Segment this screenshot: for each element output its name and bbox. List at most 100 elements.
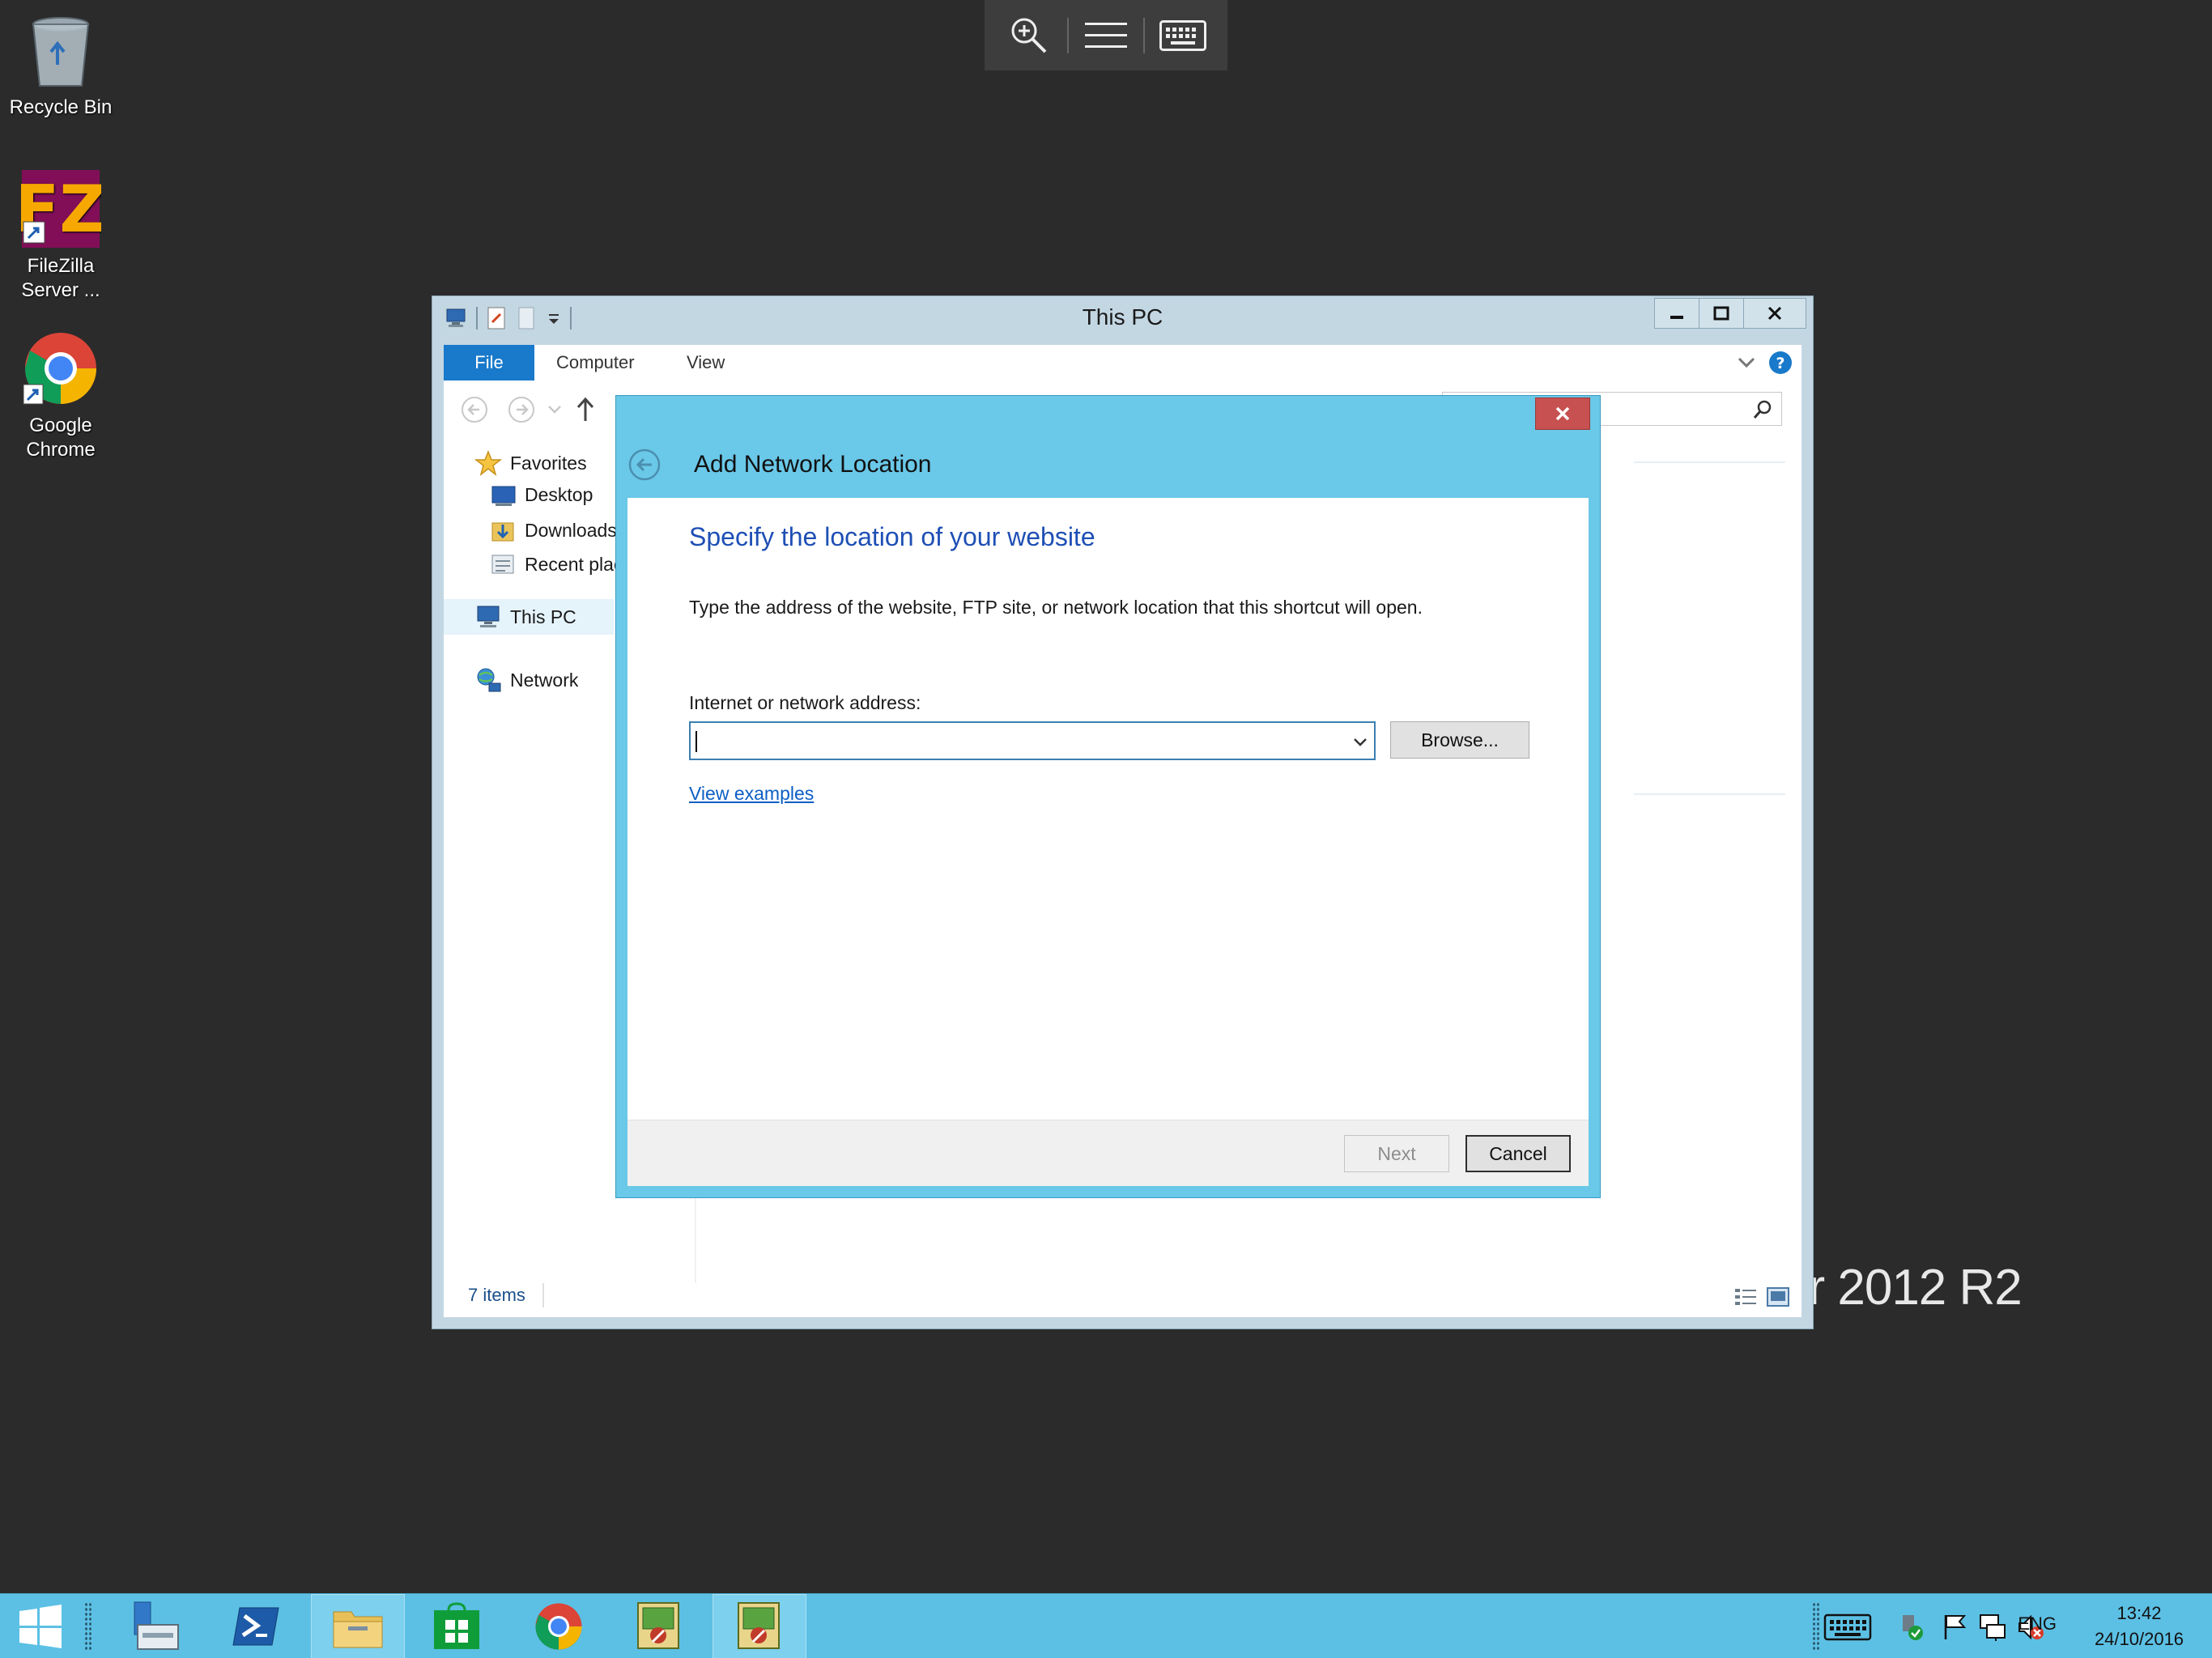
tree-item-favorites[interactable]: Favorites — [474, 450, 587, 476]
dialog-footer: Next Cancel — [627, 1120, 1589, 1186]
toolbar-separator — [1066, 17, 1069, 53]
desktop-icon-label: Chrome — [26, 439, 96, 461]
taskbar-google-chrome[interactable] — [512, 1594, 606, 1658]
taskbar-filezilla-server-1[interactable] — [612, 1594, 706, 1658]
hamburger-menu-icon — [1084, 22, 1127, 48]
browse-button[interactable]: Browse... — [1390, 721, 1529, 759]
tree-item-label: Desktop — [525, 484, 593, 505]
tree-item-downloads[interactable]: Downloads — [491, 518, 617, 542]
computer-icon — [477, 606, 500, 627]
taskbar-clock[interactable]: 13:42 24/10/2016 — [2082, 1601, 2196, 1652]
window-controls — [1654, 298, 1806, 329]
address-field-label: Internet or network address: — [689, 692, 921, 713]
security-shield-icon[interactable] — [1898, 1613, 1927, 1641]
dialog-body: Specify the location of your website Typ… — [627, 498, 1589, 1186]
window-title: This PC — [1082, 304, 1163, 329]
input-language-indicator[interactable]: ENG — [2018, 1613, 2057, 1635]
tab-view[interactable]: View — [687, 345, 725, 380]
tab-file[interactable]: File — [444, 345, 534, 380]
status-bar: 7 items — [444, 1277, 1802, 1317]
tab-computer[interactable]: Computer — [556, 345, 635, 380]
divider — [542, 1283, 544, 1307]
chevron-down-icon[interactable] — [1351, 733, 1369, 750]
minimize-button[interactable] — [1654, 298, 1699, 329]
up-arrow-icon[interactable] — [573, 395, 598, 424]
touch-keyboard-icon[interactable] — [1823, 1613, 1872, 1641]
remote-session-toolbar — [985, 0, 1227, 70]
tree-item-label: This PC — [510, 606, 576, 627]
cancel-button[interactable]: Cancel — [1465, 1135, 1571, 1172]
taskbar-filezilla-server-2[interactable] — [713, 1594, 806, 1658]
windows-logo-icon — [19, 1605, 62, 1648]
back-icon[interactable] — [460, 395, 489, 424]
close-window-button[interactable] — [1743, 298, 1806, 329]
details-view-icon[interactable] — [1733, 1286, 1758, 1307]
dialog-header: Add Network Location — [627, 444, 932, 485]
taskbar-file-explorer[interactable] — [311, 1594, 405, 1658]
desktop-icon-label: FileZilla — [27, 255, 95, 277]
filezilla-server-icon: FZ — [15, 168, 106, 249]
recycle-bin-icon — [20, 10, 101, 91]
keyboard-button[interactable] — [1151, 7, 1215, 64]
tree-item-network[interactable]: Network — [474, 667, 578, 693]
chrome-icon — [535, 1603, 582, 1650]
tree-item-label: Network — [510, 669, 579, 691]
action-center-flag-icon[interactable] — [1942, 1613, 1967, 1641]
recent-locations-dropdown-icon[interactable] — [547, 405, 562, 414]
tree-item-desktop[interactable]: Desktop — [491, 484, 593, 506]
file-explorer-icon — [333, 1611, 383, 1648]
explorer-titlebar[interactable]: This PC — [432, 296, 1813, 342]
desktop-icon-google-chrome[interactable]: Google Chrome — [0, 328, 121, 462]
search-icon — [1753, 400, 1772, 419]
tree-item-label: Downloads — [525, 519, 617, 541]
minimize-icon — [1670, 316, 1683, 319]
powershell-icon — [232, 1607, 279, 1646]
zoom-button[interactable] — [997, 7, 1061, 64]
clock-date: 24/10/2016 — [2094, 1629, 2184, 1649]
tree-item-this-pc[interactable]: This PC — [444, 599, 614, 635]
star-icon — [474, 450, 502, 476]
filezilla-server-interface-icon — [637, 1602, 679, 1649]
network-status-icon[interactable] — [1979, 1613, 2006, 1641]
chrome-icon — [20, 328, 101, 409]
divider — [695, 1194, 696, 1283]
taskbar-grip — [84, 1602, 92, 1651]
dialog-description: Type the address of the website, FTP sit… — [689, 597, 1423, 618]
start-button[interactable] — [0, 1594, 81, 1658]
svg-text:?: ? — [1776, 355, 1784, 372]
dialog-close-button[interactable] — [1535, 397, 1590, 430]
clock-time: 13:42 — [2116, 1603, 2162, 1623]
menu-button[interactable] — [1074, 7, 1138, 64]
maximize-icon — [1713, 306, 1729, 321]
divider — [1634, 461, 1785, 463]
system-tray: ENG 13:42 24/10/2016 — [1823, 1594, 2212, 1658]
view-examples-link[interactable]: View examples — [689, 783, 814, 805]
expand-ribbon-chevron-icon[interactable] — [1737, 355, 1756, 371]
divider — [1634, 793, 1785, 795]
next-button[interactable]: Next — [1344, 1135, 1449, 1172]
taskbar-grip — [1812, 1602, 1820, 1651]
taskbar-store[interactable] — [410, 1594, 504, 1658]
maximize-button[interactable] — [1699, 298, 1744, 329]
help-icon[interactable]: ? — [1767, 350, 1793, 376]
desktop-icon-recycle-bin[interactable]: Recycle Bin — [0, 10, 121, 120]
text-caret — [696, 731, 697, 752]
desktop-icon-filezilla-server[interactable]: FZ FileZilla Server ... — [0, 168, 121, 303]
taskbar-server-manager[interactable] — [108, 1594, 202, 1658]
back-arrow-icon[interactable] — [627, 448, 661, 482]
add-network-location-dialog: Add Network Location Specify the locatio… — [615, 395, 1601, 1198]
taskbar-powershell[interactable] — [209, 1594, 303, 1658]
desktop-icon-label: Server ... — [21, 279, 100, 301]
dialog-title: Add Network Location — [694, 451, 932, 478]
close-icon — [1767, 306, 1782, 321]
ribbon-tabs: File Computer View ? — [444, 345, 1802, 380]
item-count: 7 items — [468, 1285, 525, 1305]
network-address-combobox[interactable] — [689, 721, 1376, 760]
windows-server-watermark: er 2012 R2 — [1781, 1260, 2023, 1316]
large-icons-view-icon[interactable] — [1766, 1286, 1790, 1307]
desktop-icon-label: Recycle Bin — [9, 96, 113, 118]
tree-item-label: Favorites — [510, 452, 587, 474]
network-icon — [477, 668, 501, 692]
forward-icon[interactable] — [507, 395, 536, 424]
recent-places-icon — [491, 555, 514, 574]
